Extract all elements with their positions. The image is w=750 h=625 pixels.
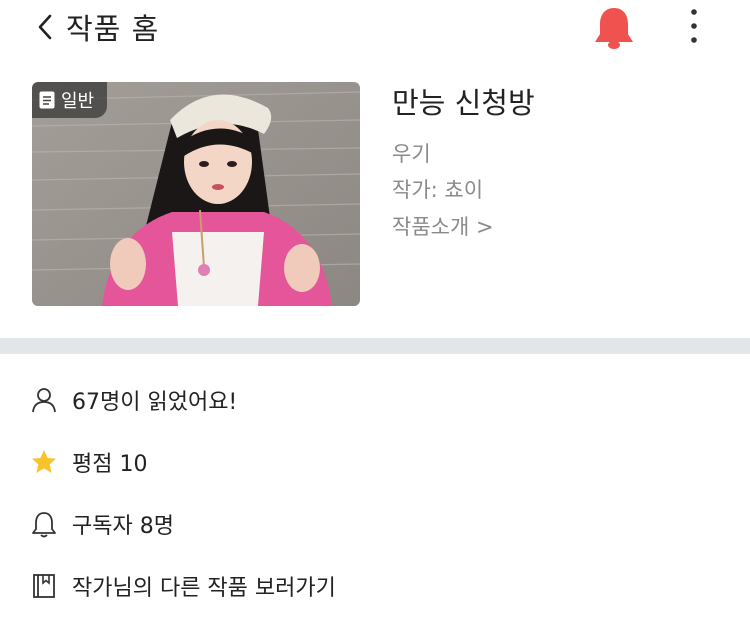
back-button[interactable] bbox=[34, 10, 58, 44]
subscribers-count-text: 구독자 8명 bbox=[72, 514, 174, 539]
document-icon bbox=[39, 91, 55, 109]
more-options-button[interactable] bbox=[678, 6, 710, 46]
other-works-row[interactable]: 작가님의 다른 작품 보러가기 bbox=[30, 566, 720, 606]
page-title: 작품 홈 bbox=[66, 12, 160, 46]
work-intro-link[interactable]: 작품소개 > bbox=[392, 211, 494, 241]
work-cover-image[interactable]: 일반 bbox=[32, 82, 360, 306]
person-icon bbox=[30, 386, 58, 414]
readers-count-text: 67명이 읽었어요! bbox=[72, 390, 238, 415]
bell-icon bbox=[595, 8, 633, 49]
work-author: 작가: 쵸이 bbox=[392, 178, 484, 202]
readers-row: 67명이 읽었어요! bbox=[30, 380, 720, 420]
rating-row: 평점 10 bbox=[30, 442, 720, 482]
section-divider bbox=[0, 338, 750, 354]
more-vertical-icon bbox=[691, 9, 697, 43]
back-arrow-icon bbox=[38, 14, 52, 40]
other-works-link-text: 작가님의 다른 작품 보러가기 bbox=[72, 576, 336, 601]
work-title: 만능 신청방 bbox=[392, 86, 535, 120]
bell-outline-icon bbox=[30, 510, 58, 538]
rating-text: 평점 10 bbox=[72, 452, 148, 477]
star-icon bbox=[30, 448, 58, 476]
work-genre: 우기 bbox=[392, 142, 431, 166]
book-icon bbox=[30, 572, 58, 600]
notification-button[interactable] bbox=[592, 4, 636, 50]
subscribers-row: 구독자 8명 bbox=[30, 504, 720, 544]
top-bar: 작품 홈 bbox=[0, 0, 750, 60]
category-badge-label: 일반 bbox=[61, 91, 95, 112]
category-badge: 일반 bbox=[32, 82, 108, 118]
